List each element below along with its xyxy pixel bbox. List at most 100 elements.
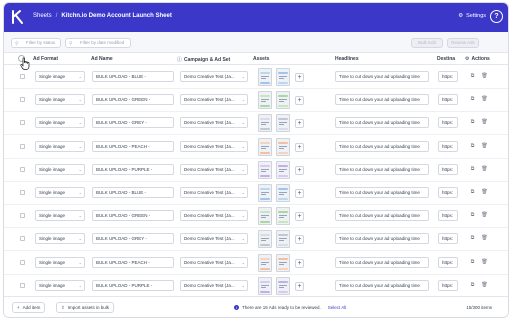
column-destination[interactable]: Destina	[437, 56, 455, 62]
ad-name-input[interactable]: BULK UPLOAD - PURPLE -	[92, 163, 174, 175]
bulk-edit-button[interactable]: Bulk Edit	[411, 38, 443, 48]
settings-button[interactable]: ⚙ Settings	[458, 13, 486, 19]
breadcrumb-root[interactable]: Sheets	[33, 13, 52, 19]
duplicate-icon[interactable]: ⧉	[469, 189, 476, 196]
ad-format-select[interactable]: Single image ⌄	[35, 163, 85, 175]
ad-name-input[interactable]: BULK UPLOAD - PURPLE -	[92, 279, 174, 291]
campaign-select[interactable]: Demo Creative Test (Ja... ⌄	[180, 71, 248, 82]
add-item-button[interactable]: + Add item	[12, 302, 46, 313]
headline-input[interactable]: Time to cut down your ad uploading time	[335, 140, 429, 152]
add-asset-button[interactable]: +	[295, 96, 304, 106]
asset-thumbnail[interactable]	[258, 230, 272, 249]
trash-icon[interactable]: 🗑	[481, 73, 488, 80]
duplicate-icon[interactable]: ⧉	[469, 235, 476, 242]
ad-name-input[interactable]: BULK UPLOAD - BLUE -	[92, 71, 174, 82]
asset-thumbnail[interactable]	[276, 230, 290, 249]
add-asset-button[interactable]: +	[295, 212, 304, 222]
campaign-select[interactable]: Demo Creative Test (Ja... ⌄	[180, 140, 248, 152]
add-asset-button[interactable]: +	[295, 119, 304, 129]
column-assets[interactable]: Assets	[253, 56, 269, 62]
add-asset-button[interactable]: +	[295, 189, 304, 198]
column-ad-name[interactable]: Ad Name	[91, 56, 113, 62]
duplicate-icon[interactable]: ⧉	[469, 212, 476, 219]
ad-format-select[interactable]: Single image ⌄	[35, 210, 85, 222]
ad-name-input[interactable]: BULK UPLOAD - GREY -	[92, 233, 174, 245]
headline-input[interactable]: Time to cut down your ad uploading time	[335, 256, 429, 268]
headline-input[interactable]: Time to cut down your ad uploading time	[335, 71, 429, 82]
settings-small-icon[interactable]: ⚙	[465, 56, 469, 62]
add-asset-button[interactable]: +	[295, 73, 304, 82]
destination-input[interactable]: https:	[438, 187, 458, 198]
headline-input[interactable]: Time to cut down your ad uploading time	[335, 210, 429, 222]
headline-input[interactable]: Time to cut down your ad uploading time	[335, 117, 429, 129]
campaign-select[interactable]: Demo Creative Test (Ja... ⌄	[180, 187, 248, 198]
trash-icon[interactable]: 🗑	[481, 282, 488, 289]
asset-thumbnail[interactable]	[258, 91, 272, 110]
headline-input[interactable]: Time to cut down your ad uploading time	[335, 187, 429, 198]
ad-name-input[interactable]: BULK UPLOAD - GREEN -	[92, 210, 174, 222]
asset-thumbnail[interactable]	[258, 184, 272, 202]
filter-status-select[interactable]: ⚲ Filter by status	[11, 38, 61, 48]
trash-icon[interactable]: 🗑	[481, 96, 488, 103]
asset-thumbnail[interactable]	[276, 253, 290, 272]
asset-thumbnail[interactable]	[258, 207, 272, 226]
campaign-select[interactable]: Demo Creative Test (Ja... ⌄	[180, 233, 248, 245]
asset-thumbnail[interactable]	[276, 91, 290, 110]
row-checkbox[interactable]	[20, 97, 25, 103]
row-checkbox[interactable]	[20, 190, 25, 195]
destination-input[interactable]: https:	[438, 117, 458, 129]
headline-input[interactable]: Time to cut down your ad uploading time	[335, 94, 429, 106]
trash-icon[interactable]: 🗑	[481, 143, 488, 150]
headline-input[interactable]: Time to cut down your ad uploading time	[335, 279, 429, 291]
asset-thumbnail[interactable]	[258, 137, 272, 156]
destination-input[interactable]: https:	[438, 71, 458, 82]
add-asset-button[interactable]: +	[295, 258, 304, 268]
destination-input[interactable]: https:	[438, 233, 458, 245]
ad-format-select[interactable]: Single image ⌄	[35, 187, 85, 198]
destination-input[interactable]: https:	[438, 279, 458, 291]
row-checkbox[interactable]	[20, 143, 25, 149]
asset-thumbnail[interactable]	[276, 137, 290, 156]
duplicate-icon[interactable]: ⧉	[469, 143, 476, 150]
asset-thumbnail[interactable]	[258, 253, 272, 272]
ad-name-input[interactable]: BULK UPLOAD - GREY -	[92, 117, 174, 129]
trash-icon[interactable]: 🗑	[481, 259, 488, 266]
asset-thumbnail[interactable]	[258, 68, 272, 86]
add-asset-button[interactable]: +	[295, 165, 304, 175]
campaign-select[interactable]: Demo Creative Test (Ja... ⌄	[180, 279, 248, 291]
campaign-select[interactable]: Demo Creative Test (Ja... ⌄	[180, 256, 248, 268]
duplicate-icon[interactable]: ⧉	[469, 119, 476, 126]
asset-thumbnail[interactable]	[276, 114, 290, 133]
ad-format-select[interactable]: Single image ⌄	[35, 256, 85, 268]
asset-thumbnail[interactable]	[258, 114, 272, 133]
help-button[interactable]: ?	[490, 10, 503, 23]
review-ads-button[interactable]: Review Ads	[447, 38, 479, 48]
column-campaign[interactable]: ⓘ Campaign & Ad Set	[177, 56, 230, 64]
trash-icon[interactable]: 🗑	[481, 119, 488, 126]
duplicate-icon[interactable]: ⧉	[469, 73, 476, 80]
ad-format-select[interactable]: Single image ⌄	[35, 279, 85, 291]
destination-input[interactable]: https:	[438, 94, 458, 106]
trash-icon[interactable]: 🗑	[481, 235, 488, 242]
destination-input[interactable]: https:	[438, 163, 458, 175]
campaign-select[interactable]: Demo Creative Test (Ja... ⌄	[180, 163, 248, 175]
add-asset-button[interactable]: +	[295, 142, 304, 152]
asset-thumbnail[interactable]	[276, 207, 290, 226]
campaign-select[interactable]: Demo Creative Test (Ja... ⌄	[180, 117, 248, 129]
row-checkbox[interactable]	[20, 166, 25, 172]
row-checkbox[interactable]	[20, 282, 25, 288]
duplicate-icon[interactable]: ⧉	[469, 259, 476, 266]
trash-icon[interactable]: 🗑	[481, 212, 488, 219]
ad-format-select[interactable]: Single image ⌄	[35, 117, 85, 129]
ad-format-select[interactable]: Single image ⌄	[35, 233, 85, 245]
headline-input[interactable]: Time to cut down your ad uploading time	[335, 233, 429, 245]
add-asset-button[interactable]: +	[295, 281, 304, 291]
headline-input[interactable]: Time to cut down your ad uploading time	[335, 163, 429, 175]
trash-icon[interactable]: 🗑	[481, 166, 488, 173]
row-checkbox[interactable]	[20, 259, 25, 265]
import-assets-button[interactable]: ⇪ Import assets in bulk	[56, 302, 115, 313]
ad-name-input[interactable]: BULK UPLOAD - BLUE -	[92, 187, 174, 198]
row-checkbox[interactable]	[20, 74, 25, 79]
ad-format-select[interactable]: Single image ⌄	[35, 71, 85, 82]
asset-thumbnail[interactable]	[258, 160, 272, 179]
